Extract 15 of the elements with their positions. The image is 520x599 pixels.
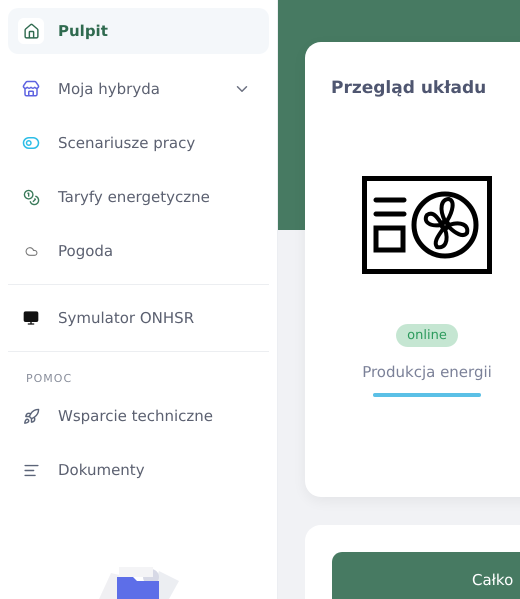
production-label: Produkcja energii [362,363,492,381]
card-title: Przegląd układu [331,78,488,98]
sidebar-item[interactable]: Moja hybryda [8,62,269,116]
sidebar-item[interactable]: Wsparcie techniczne [8,389,269,443]
banner-title: Całko [472,571,514,589]
sidebar-item[interactable]: Pogoda [8,224,269,278]
sidebar-item[interactable]: Dokumenty [8,443,269,497]
status-badge: online [396,324,458,347]
section-heading: POMOC [25,371,74,387]
sidebar-item[interactable]: Scenariusze pracy [8,116,269,170]
sidebar-item[interactable]: Symulator ONHSR [8,291,269,345]
home-icon [18,18,44,44]
sidebar-item[interactable]: Taryfy energetyczne [8,170,269,224]
heat-pump-icon [362,176,492,274]
sidebar-item[interactable]: Pulpit [8,8,269,54]
